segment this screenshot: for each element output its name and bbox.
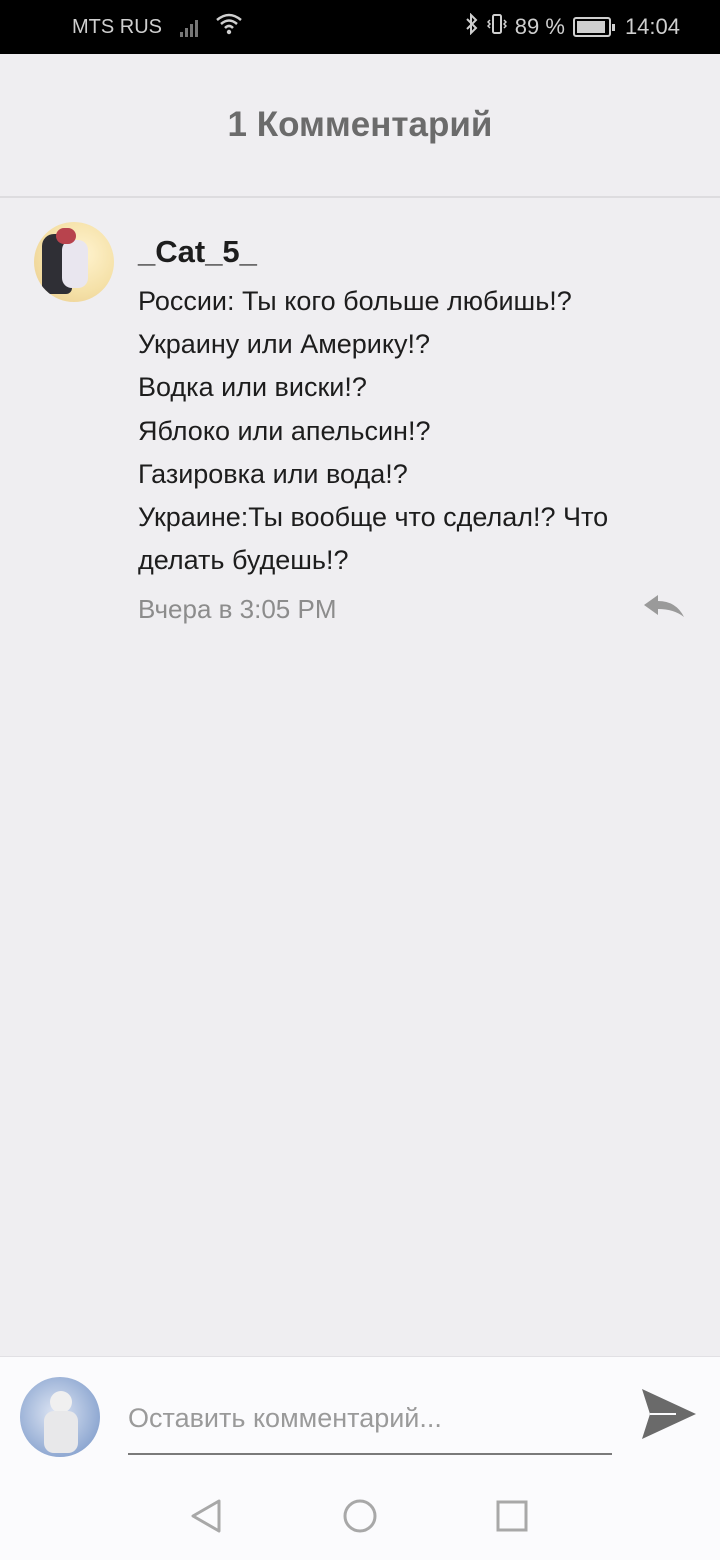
recents-button[interactable] [490,1496,534,1540]
author-name[interactable]: _Cat_5_ [138,234,257,270]
comment-line: Газировка или вода!? [138,458,408,489]
send-icon [640,1387,698,1446]
status-bar: MTS RUS 89 % 14:04 [0,0,720,54]
wifi-icon [216,13,242,41]
home-button[interactable] [338,1496,382,1540]
battery-percent: 89 % [514,14,565,39]
clock: 14:04 [624,14,680,39]
bluetooth-icon [465,12,479,41]
vibrate-icon [486,13,507,41]
comment-line: Яблоко или апельсин!? [138,415,431,446]
battery-icon [572,17,615,37]
author-avatar[interactable] [34,222,114,302]
comment-line: делать будешь!? [138,545,349,576]
back-icon [189,1498,223,1539]
comments-header: 1 Комментарий [0,54,720,198]
carrier-label: MTS RUS [72,15,162,38]
system-nav-bar [0,1476,720,1560]
comment-line: Украине:Ты вообще что сделал!? Что [138,502,609,533]
comment-input[interactable] [128,1393,612,1455]
comment-line: России: Ты кого больше любишь!? [138,286,572,316]
comment-line: Водка или виски!? [138,372,367,403]
reply-icon [642,593,686,626]
comment-line: Украину или Америку!? [138,329,431,360]
page-title: 1 Комментарий [227,105,493,144]
home-icon [342,1498,378,1539]
status-left: MTS RUS [72,0,242,54]
comment-timestamp: Вчера в 3:05 PM [138,594,337,624]
send-button[interactable] [638,1387,700,1445]
status-right: 89 % 14:04 [465,0,680,54]
comment-text: России: Ты кого больше любишь!? Украину … [138,280,658,582]
back-button[interactable] [184,1496,228,1540]
my-avatar [20,1377,100,1457]
recents-icon [496,1500,528,1537]
comment-input-bar [0,1356,720,1476]
reply-button[interactable] [640,592,688,626]
signal-icon [180,17,198,37]
